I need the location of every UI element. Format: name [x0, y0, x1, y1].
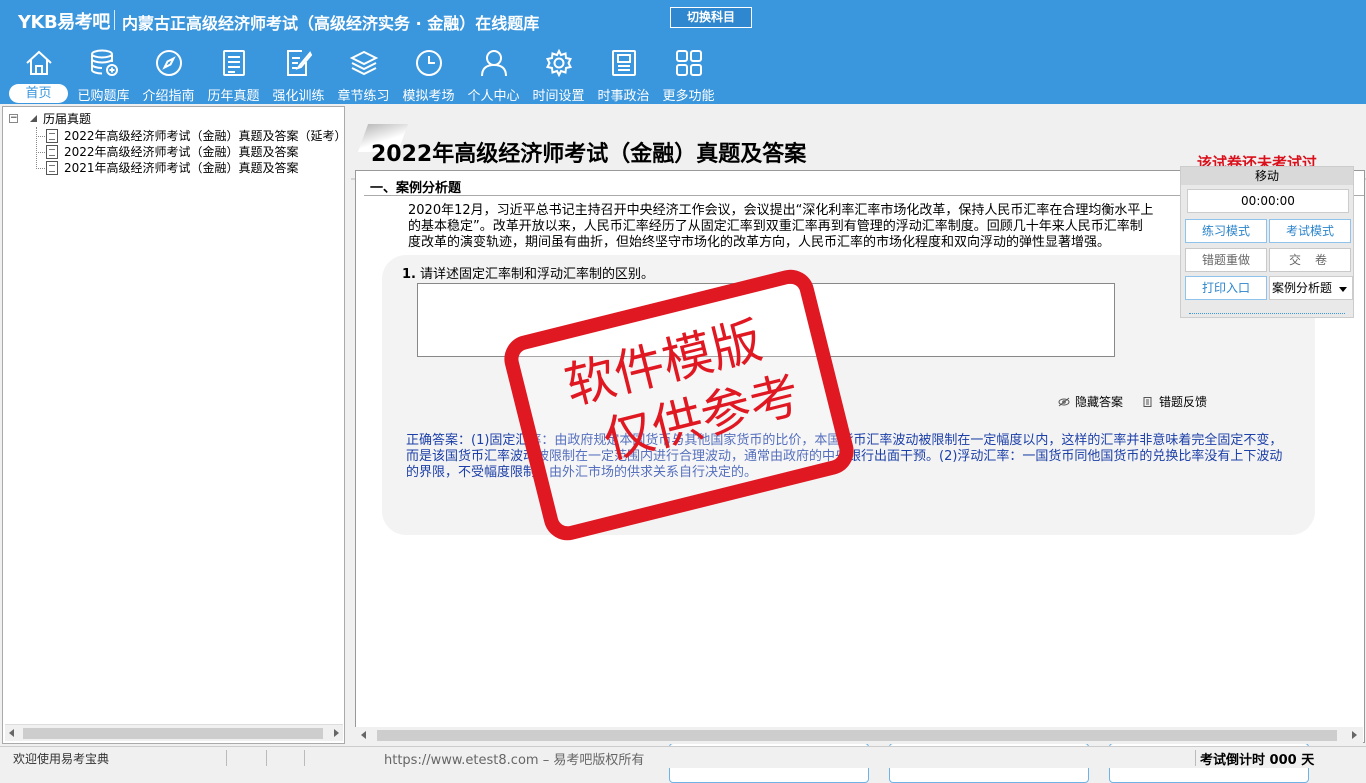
tree-item-label: 2022年高级经济师考试（金融）真题及答案	[64, 145, 299, 159]
tree-item-2022-delayed[interactable]: 2022年高级经济师考试（金融）真题及答案（延考）	[3, 128, 347, 144]
question-text: 1. 请详述固定汇率制和浮动汇率制的区别。	[402, 263, 654, 282]
toolbar-profile-button[interactable]: 个人中心	[461, 44, 526, 104]
tree-connector	[36, 168, 45, 169]
toolbar-past-papers-button[interactable]: 历年真题	[201, 44, 266, 104]
toolbar-purchased-button[interactable]: 已购题库	[71, 44, 136, 104]
paper-tree: − 历届真题 2022年高级经济师考试（金融）真题及答案（延考） 2022年高级…	[3, 111, 347, 176]
collapse-icon[interactable]: −	[9, 114, 18, 123]
layers-icon	[349, 50, 379, 76]
status-copyright: https://www.etest8.com – 易考吧版权所有	[384, 753, 645, 768]
toolbar-mock-exam-button[interactable]: 模拟考场	[396, 44, 461, 104]
tree-connector	[36, 136, 45, 137]
toolbar-label: 介绍指南	[142, 89, 195, 104]
print-button[interactable]: 打印入口	[1185, 276, 1267, 300]
panel-divider	[1189, 313, 1345, 314]
toolbar-time-settings-button[interactable]: 时间设置	[526, 44, 591, 104]
exam-control-panel: 移动 00:00:00 练习模式 考试模式 错题重做 交卷 打印入口 案例分析题	[1180, 166, 1354, 318]
paper-title: 2022年高级经济师考试（金融）真题及答案	[371, 142, 807, 167]
list-doc-icon	[223, 50, 245, 76]
toolbar-current-affairs-button[interactable]: 时事政治	[591, 44, 656, 104]
switch-subject-button[interactable]: 切换科目	[670, 7, 752, 28]
error-feedback-button[interactable]: 错题反馈	[1142, 393, 1207, 410]
feedback-doc-icon	[1143, 397, 1152, 407]
app-header: YKB易考吧 内蒙古正高级经济师考试（高级经济实务 · 金融）在线题库 切换科目…	[0, 0, 1366, 104]
question-number: 1.	[402, 267, 416, 282]
status-divider	[266, 750, 267, 766]
scroll-right-icon[interactable]	[334, 729, 339, 737]
section-title: 一、案例分析题	[370, 181, 462, 196]
chevron-down-icon	[1339, 287, 1347, 292]
gear-icon	[546, 48, 572, 78]
exam-timer: 00:00:00	[1187, 189, 1349, 213]
scroll-left-icon[interactable]	[361, 731, 366, 739]
tree-root-label: 历届真题	[43, 112, 92, 126]
document-icon	[46, 161, 58, 175]
newspaper-icon	[612, 50, 636, 76]
main-toolbar: 首页 已购题库 介绍指南 历年真题 强化训练 章节练习 模拟考场 个人中心 时间…	[6, 44, 721, 104]
hand-in-button[interactable]: 交卷	[1269, 248, 1351, 272]
app-title: 内蒙古正高级经济师考试（高级经济实务 · 金融）在线题库	[122, 14, 540, 33]
status-divider	[226, 750, 227, 766]
hide-answer-button[interactable]: 隐藏答案	[1058, 393, 1123, 410]
scroll-left-icon[interactable]	[9, 729, 14, 737]
user-icon	[481, 50, 507, 77]
tree-item-2022[interactable]: 2022年高级经济师考试（金融）真题及答案	[3, 144, 344, 160]
tree-item-label: 2022年高级经济师考试（金融）真题及答案（延考）	[64, 129, 347, 143]
home-icon	[26, 50, 52, 75]
practice-mode-button[interactable]: 练习模式	[1185, 219, 1267, 243]
question-type-value: 案例分析题	[1272, 281, 1333, 295]
toolbar-label: 更多功能	[662, 89, 715, 104]
toolbar-home-button[interactable]: 首页	[6, 44, 71, 104]
toolbar-label: 时事政治	[597, 89, 650, 104]
toolbar-label: 个人中心	[467, 89, 520, 104]
eye-hidden-icon	[1058, 397, 1070, 407]
scroll-thumb[interactable]	[23, 728, 323, 739]
toolbar-label: 模拟考场	[402, 89, 455, 104]
toolbar-guide-button[interactable]: 介绍指南	[136, 44, 201, 104]
tree-item-label: 2021年高级经济师考试（金融）真题及答案	[64, 161, 299, 175]
toolbar-chapter-button[interactable]: 章节练习	[331, 44, 396, 104]
title-row: YKB易考吧 内蒙古正高级经济师考试（高级经济实务 · 金融）在线题库 切换科目	[0, 0, 1366, 40]
compass-icon	[156, 50, 182, 76]
document-lock-icon	[46, 145, 58, 159]
edit-doc-icon	[287, 50, 313, 76]
status-bar: 欢迎使用易考宝典 https://www.etest8.com – 易考吧版权所…	[0, 746, 1366, 768]
scroll-thumb[interactable]	[377, 730, 1337, 741]
status-welcome: 欢迎使用易考宝典	[13, 752, 110, 766]
toolbar-label: 首页	[9, 84, 68, 103]
tree-item-2021[interactable]: 2021年高级经济师考试（金融）真题及答案	[3, 160, 344, 176]
paper-header: 2022年高级经济师考试（金融）真题及答案 该试卷还未考试过	[351, 122, 1366, 180]
database-icon	[91, 49, 118, 76]
expanded-arrow-icon	[30, 115, 37, 122]
tree-connector	[36, 152, 45, 153]
tree-root-node[interactable]: − 历届真题	[3, 111, 344, 169]
toolbar-label: 章节练习	[337, 89, 390, 104]
paper-tree-pane: − 历届真题 2022年高级经济师考试（金融）真题及答案（延考） 2022年高级…	[2, 106, 347, 744]
error-feedback-label: 错题反馈	[1159, 395, 1208, 409]
document-icon	[46, 129, 58, 143]
panel-move-handle[interactable]: 移动	[1181, 167, 1353, 185]
status-divider	[304, 750, 305, 766]
toolbar-training-button[interactable]: 强化训练	[266, 44, 331, 104]
scroll-right-icon[interactable]	[1352, 731, 1357, 739]
toolbar-label: 历年真题	[207, 89, 260, 104]
clock-icon	[416, 50, 442, 76]
status-divider	[1195, 750, 1196, 766]
exam-countdown: 考试倒计时 000 天	[1200, 753, 1315, 768]
exam-mode-button[interactable]: 考试模式	[1269, 219, 1351, 243]
content-horizontal-scrollbar[interactable]	[355, 727, 1363, 744]
redo-wrong-button[interactable]: 错题重做	[1185, 248, 1267, 272]
question-stem: 请详述固定汇率制和浮动汇率制的区别。	[419, 267, 654, 282]
app-logo: YKB易考吧	[18, 12, 110, 33]
toolbar-label: 时间设置	[532, 89, 585, 104]
logo-divider	[114, 10, 115, 30]
hide-answer-label: 隐藏答案	[1075, 395, 1124, 409]
toolbar-label: 已购题库	[77, 89, 130, 104]
tree-horizontal-scrollbar[interactable]	[5, 724, 343, 741]
toolbar-label: 强化训练	[272, 89, 325, 104]
question-type-select[interactable]: 案例分析题	[1269, 276, 1353, 300]
grid-icon	[676, 50, 702, 76]
toolbar-more-button[interactable]: 更多功能	[656, 44, 721, 104]
